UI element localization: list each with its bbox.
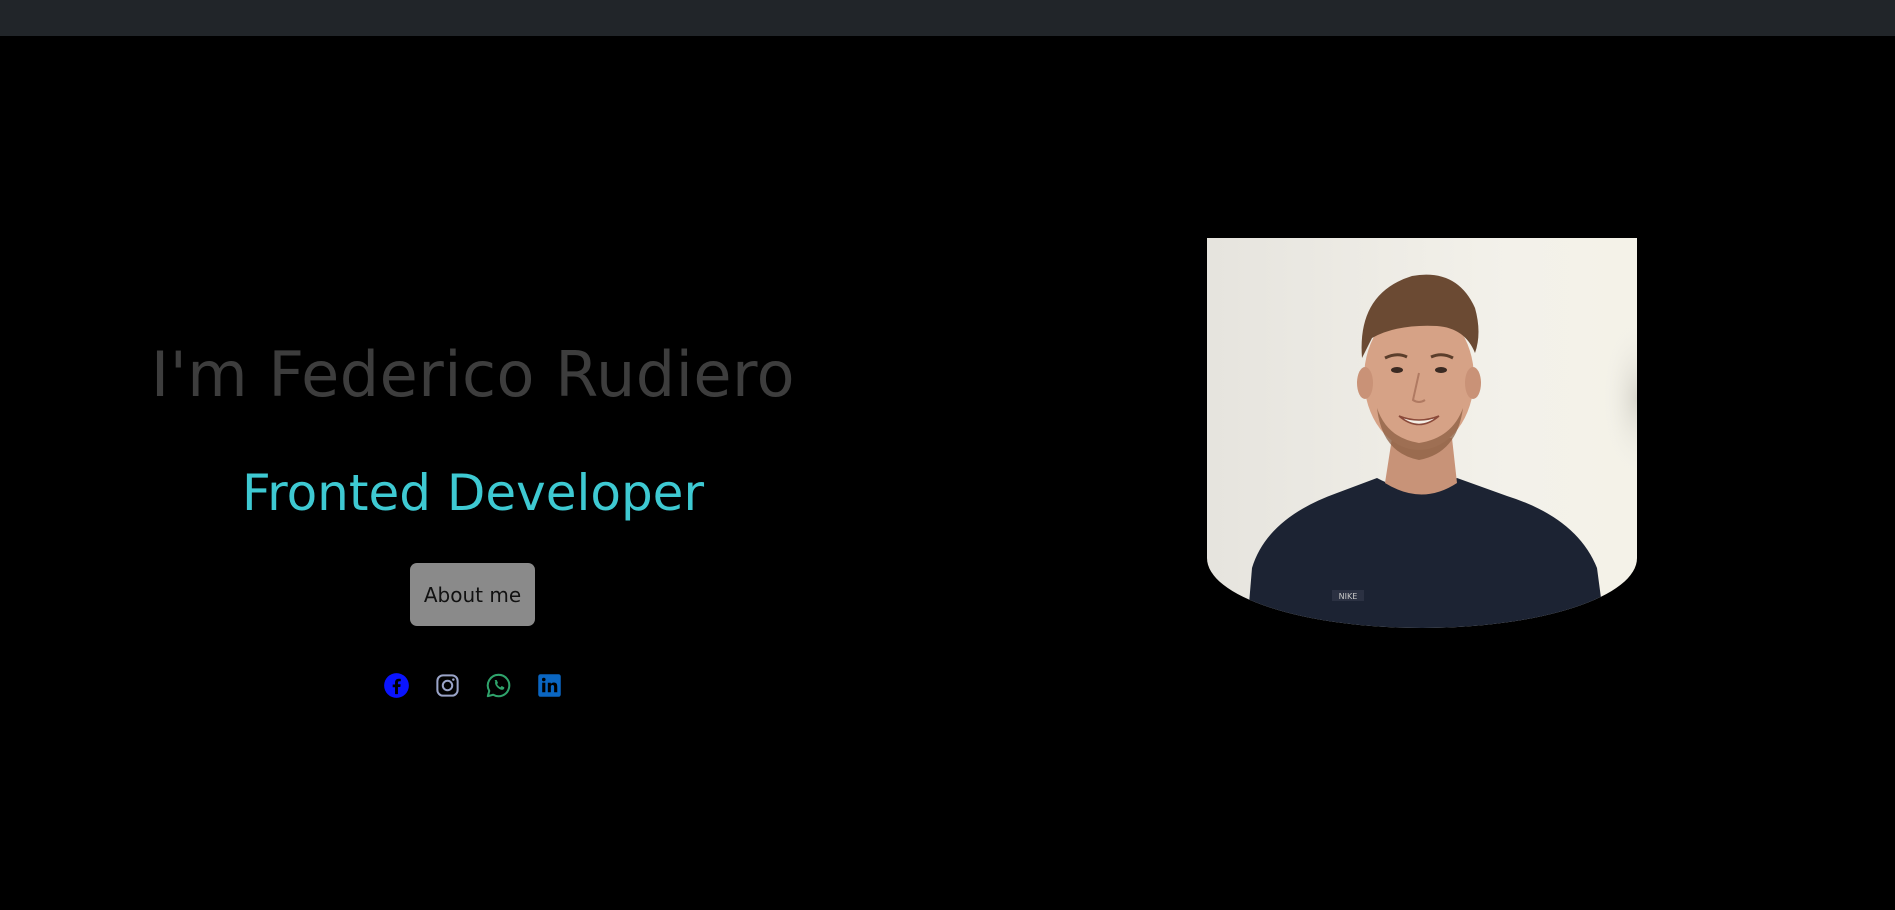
linkedin-icon <box>536 672 563 699</box>
instagram-link[interactable] <box>434 672 461 699</box>
hero-text-column: I'm Federico Rudiero Fronted Developer A… <box>0 36 946 910</box>
shirt-text: NIKE <box>1339 592 1358 601</box>
hero-title: I'm Federico Rudiero <box>150 338 796 411</box>
social-links <box>0 672 946 706</box>
whatsapp-link[interactable] <box>485 672 512 699</box>
whatsapp-icon <box>485 672 512 699</box>
hero-section: I'm Federico Rudiero Fronted Developer A… <box>0 36 1895 910</box>
profile-photo: NIKE <box>1207 238 1637 628</box>
top-navbar <box>0 0 1895 36</box>
about-me-button[interactable]: About me <box>410 563 535 626</box>
profile-photo-image: NIKE <box>1207 238 1637 628</box>
instagram-icon <box>434 672 461 699</box>
linkedin-link[interactable] <box>536 672 563 699</box>
facebook-icon <box>383 672 410 699</box>
facebook-link[interactable] <box>383 672 410 699</box>
hero-subtitle: Fronted Developer <box>241 464 704 522</box>
